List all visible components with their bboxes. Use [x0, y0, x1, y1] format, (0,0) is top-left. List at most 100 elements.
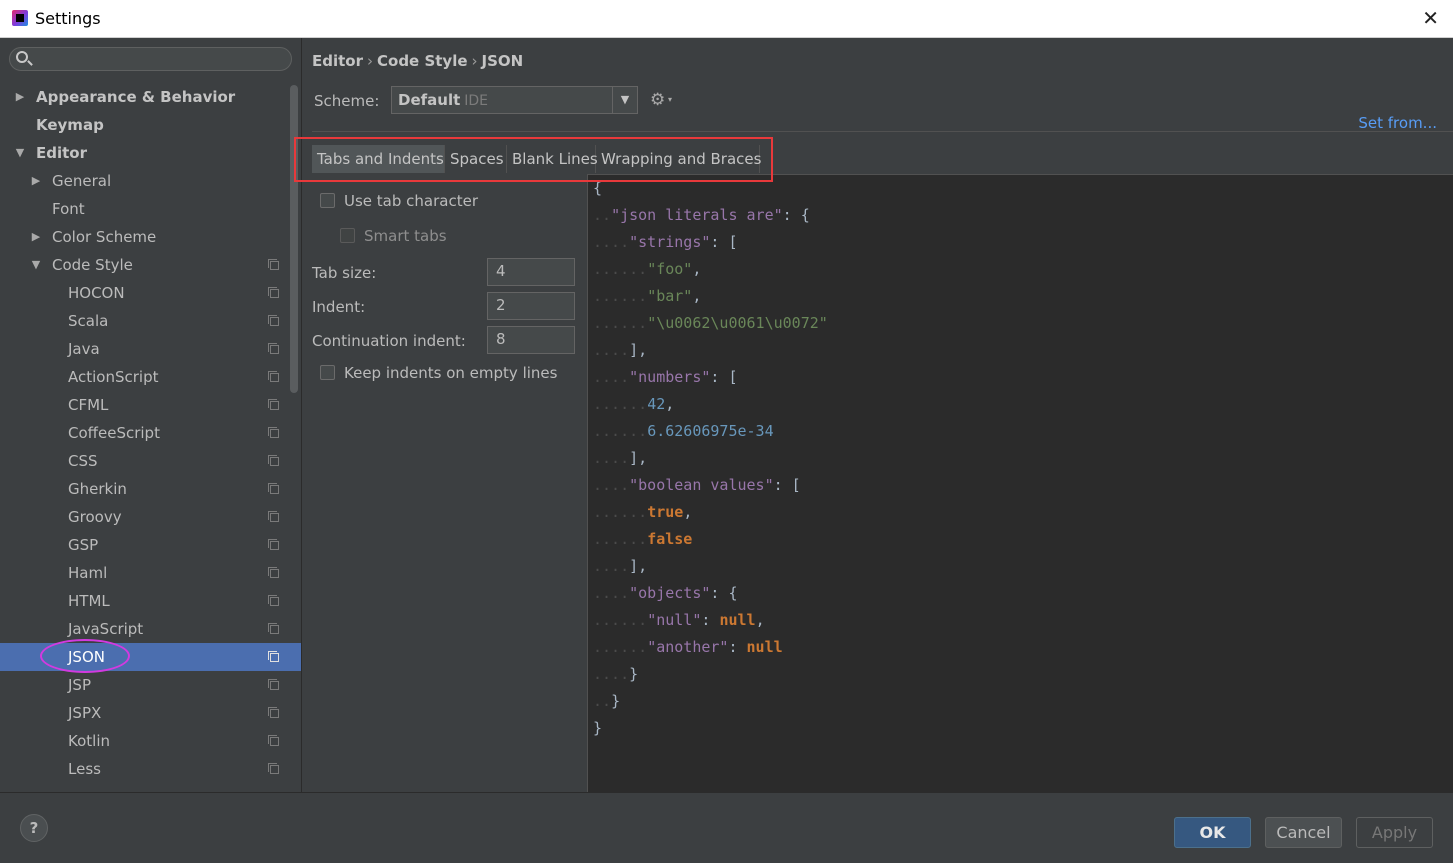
sidebar-item[interactable]: Java — [0, 335, 289, 363]
sidebar-item[interactable]: CoffeeScript — [0, 419, 289, 447]
code-line: { — [593, 175, 602, 202]
settings-search-input[interactable] — [9, 47, 292, 71]
sidebar-item[interactable]: ▼ Code Style — [0, 251, 289, 279]
code-token: ...... — [593, 503, 648, 521]
sidebar-item[interactable]: JSPX — [0, 699, 289, 727]
sidebar-item[interactable]: JavaScript — [0, 615, 289, 643]
expanded-arrow-icon[interactable]: ▼ — [14, 139, 26, 167]
apply-button[interactable]: Apply — [1356, 817, 1433, 848]
sidebar-item[interactable]: HOCON — [0, 279, 289, 307]
collapsed-arrow-icon[interactable]: ▶ — [30, 223, 42, 251]
expanded-arrow-icon[interactable]: ▼ — [30, 251, 42, 279]
cancel-button[interactable]: Cancel — [1265, 817, 1342, 848]
project-settings-icon — [268, 259, 279, 270]
sidebar-item-label: Kotlin — [68, 732, 110, 750]
set-from-link[interactable]: Set from... — [1358, 114, 1437, 132]
project-settings-icon — [268, 735, 279, 746]
sidebar-item-label: Appearance & Behavior — [36, 88, 236, 106]
search-icon — [16, 51, 28, 63]
tab-blank-lines[interactable]: Blank Lines — [507, 145, 598, 173]
code-token: , — [692, 260, 702, 278]
project-settings-icon — [268, 679, 279, 690]
main-panel: Editor › Code Style › JSON Scheme: Default ID… — [302, 38, 1453, 792]
sidebar-item[interactable]: ▶ Appearance & Behavior — [0, 83, 289, 111]
checkbox-box[interactable] — [320, 365, 335, 380]
sidebar-item[interactable]: Haml — [0, 559, 289, 587]
sidebar-item[interactable]: ▶ General — [0, 167, 289, 195]
gear-caret-icon[interactable]: ▾ — [668, 95, 672, 104]
tab-tabs-and-indents[interactable]: Tabs and Indents — [312, 145, 445, 173]
help-icon[interactable]: ? — [20, 814, 48, 842]
indent-label: Indent: — [312, 298, 366, 316]
code-line: ......"foo", — [593, 256, 701, 283]
sidebar-item[interactable]: JSON — [0, 643, 301, 671]
sidebar-item-label: General — [52, 172, 112, 190]
sidebar-item[interactable]: CFML — [0, 391, 289, 419]
code-line: ....], — [593, 337, 647, 364]
sidebar-item[interactable]: Groovy — [0, 503, 289, 531]
indent-input[interactable]: 2 — [487, 292, 575, 320]
code-token: "foo" — [647, 260, 693, 278]
code-token: "boolean values" — [629, 476, 774, 494]
checkbox-box[interactable] — [320, 193, 335, 208]
sidebar-item[interactable]: ActionScript — [0, 363, 289, 391]
sidebar-item-label: JavaScript — [68, 620, 144, 638]
close-icon[interactable]: ✕ — [1422, 6, 1439, 30]
sidebar-item[interactable]: ▼ Editor — [0, 139, 289, 167]
sidebar-item-label: HTML — [68, 592, 110, 610]
project-settings-icon — [268, 511, 279, 522]
sidebar-scrollbar[interactable] — [290, 85, 298, 393]
use-tab-character-label: Use tab character — [344, 192, 478, 210]
code-token: "\u0062\u0061\u0072" — [647, 314, 828, 332]
scheme-label: Scheme: — [314, 92, 380, 110]
sidebar-item[interactable]: Kotlin — [0, 727, 289, 755]
sidebar-item[interactable]: Font — [0, 195, 289, 223]
continuation-indent-input[interactable]: 8 — [487, 326, 575, 354]
code-line: ......"null": null, — [593, 607, 765, 634]
tab-size-input[interactable]: 4 — [487, 258, 575, 286]
code-token: "strings" — [629, 233, 711, 251]
breadcrumb-separator: › — [367, 52, 373, 70]
scheme-dropdown[interactable]: Default IDE ▼ — [391, 86, 638, 114]
project-settings-icon — [268, 287, 279, 298]
sidebar-item[interactable]: CSS — [0, 447, 289, 475]
code-line: ....} — [593, 661, 638, 688]
collapsed-arrow-icon[interactable]: ▶ — [30, 167, 42, 195]
code-token: true — [647, 503, 684, 521]
sidebar-item[interactable]: GSP — [0, 531, 289, 559]
code-token: ...... — [593, 638, 648, 656]
code-token: .... — [593, 584, 630, 602]
gear-icon[interactable]: ⚙ — [650, 90, 665, 110]
tab-spaces[interactable]: Spaces — [445, 145, 507, 173]
code-token: .... — [593, 476, 630, 494]
sidebar-item[interactable]: Scala — [0, 307, 289, 335]
sidebar-item[interactable]: Gherkin — [0, 475, 289, 503]
code-token: , — [683, 503, 693, 521]
ok-button[interactable]: OK — [1174, 817, 1251, 848]
sidebar-item[interactable]: Less — [0, 755, 289, 783]
tab-size-row: Tab size: 4 — [312, 258, 577, 288]
sidebar-item-label: CoffeeScript — [68, 424, 160, 442]
code-token: : [ — [773, 476, 801, 494]
checkbox-box[interactable] — [340, 228, 355, 243]
tab-wrapping-and-braces[interactable]: Wrapping and Braces — [596, 145, 761, 173]
tab-size-label: Tab size: — [312, 264, 377, 282]
sidebar-item[interactable]: HTML — [0, 587, 289, 615]
settings-sidebar: ▶ Appearance & Behavior Keymap ▼ Editor ▶ Gene… — [0, 38, 302, 792]
code-token: ], — [629, 449, 648, 467]
collapsed-arrow-icon[interactable]: ▶ — [14, 83, 26, 111]
code-token: : [ — [710, 368, 738, 386]
sidebar-item[interactable]: Keymap — [0, 111, 289, 139]
code-token: "bar" — [647, 287, 693, 305]
code-token: 42 — [647, 395, 666, 413]
code-token: ...... — [593, 314, 648, 332]
sidebar-item[interactable]: ▶ Color Scheme — [0, 223, 289, 251]
sidebar-item-label: Code Style — [52, 256, 133, 274]
chevron-down-icon[interactable]: ▼ — [612, 87, 637, 113]
dialog-footer: ? OK Cancel Apply — [0, 792, 1453, 863]
code-preview[interactable]: {.."json literals are": {...."strings": … — [587, 175, 1453, 792]
tabs-and-indents-options: Use tab character Smart tabs Tab size: 4… — [302, 175, 587, 792]
code-token: ...... — [593, 260, 648, 278]
code-token: .. — [593, 692, 612, 710]
sidebar-item[interactable]: JSP — [0, 671, 289, 699]
